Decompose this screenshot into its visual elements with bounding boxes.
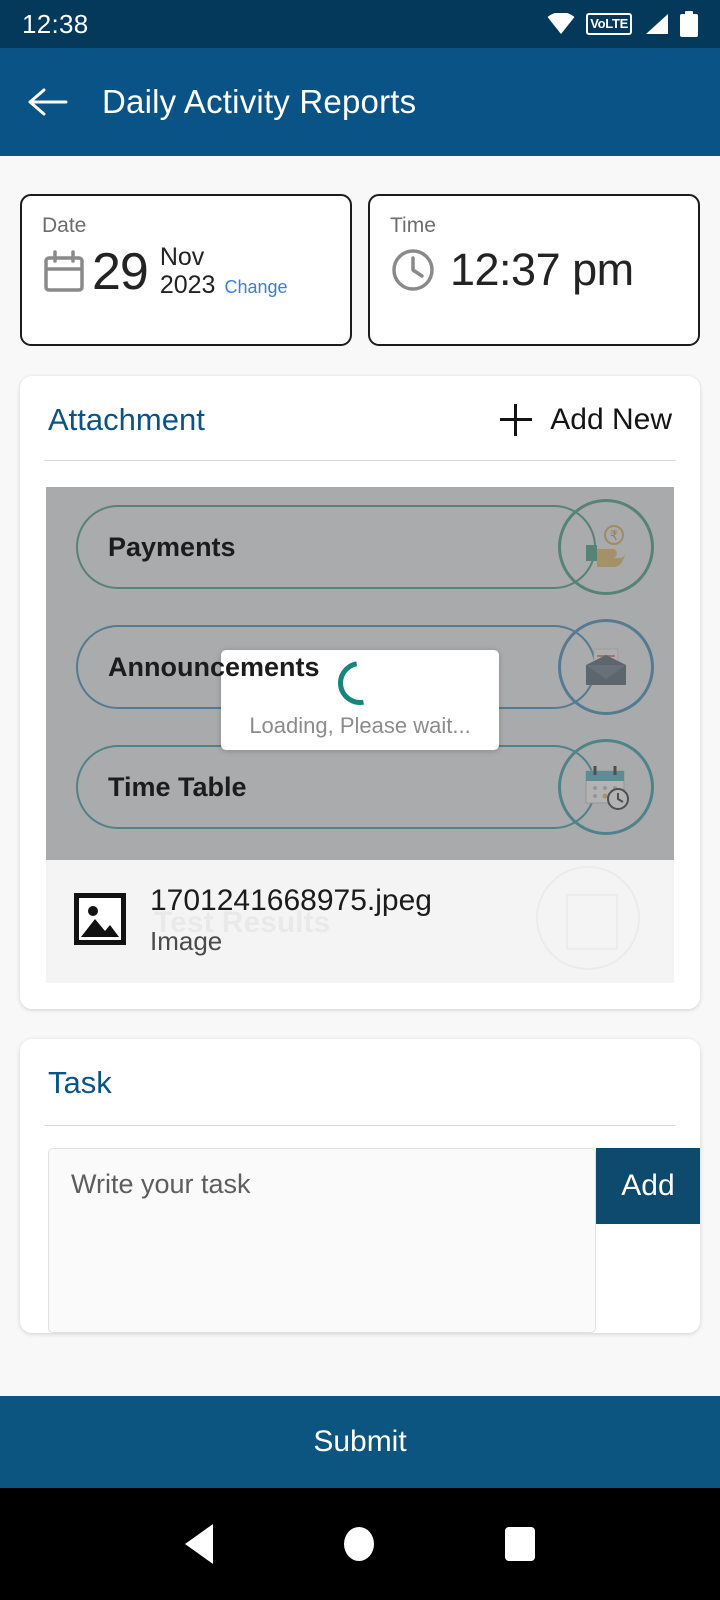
task-input[interactable]	[48, 1147, 596, 1333]
attachment-thumbnail[interactable]: Payments ₹ Announcements Time Table Load…	[46, 487, 674, 860]
attachment-file-row[interactable]: Test Results 1701241668975.jpeg Image	[46, 860, 674, 983]
date-label: Date	[42, 214, 87, 237]
nav-recents-icon[interactable]	[504, 1527, 535, 1561]
date-time-row: Date 29 Nov 2023 Change Time 12:37 pm	[20, 156, 700, 346]
status-clock: 12:38	[22, 8, 89, 39]
add-task-button[interactable]: Add	[596, 1147, 700, 1224]
attachment-preview-wrap: Payments ₹ Announcements Time Table Load…	[20, 461, 700, 860]
loading-text: Loading, Please wait...	[249, 713, 471, 738]
spinner-icon	[329, 652, 391, 714]
file-type: Image	[150, 925, 223, 956]
task-panel: Task Add	[20, 1038, 700, 1333]
nav-home-icon[interactable]	[343, 1527, 374, 1561]
page-content: Date 29 Nov 2023 Change Time 12:37 pm At…	[0, 156, 720, 1333]
add-new-label: Add New	[550, 403, 672, 436]
battery-icon	[680, 11, 698, 37]
attachment-header: Attachment Add New	[20, 376, 700, 460]
svg-text:₹: ₹	[610, 528, 618, 543]
date-card[interactable]: Date 29 Nov 2023 Change	[20, 194, 352, 346]
date-change-link[interactable]: Change	[224, 277, 287, 298]
wifi-icon	[547, 13, 575, 34]
phone-screen: 12:38 VoLTE Daily Activity Reports Date	[0, 0, 720, 1600]
date-day: 29	[92, 243, 149, 301]
attachment-title: Attachment	[48, 402, 205, 437]
thumb-tile-timetable: Time Table	[62, 739, 658, 835]
task-header: Task	[20, 1039, 700, 1125]
task-body: Add	[20, 1126, 700, 1333]
back-arrow-icon[interactable]	[28, 87, 68, 117]
time-card[interactable]: Time 12:37 pm	[368, 194, 700, 346]
app-bar: Daily Activity Reports	[0, 48, 720, 156]
status-bar: 12:38 VoLTE	[0, 0, 720, 48]
add-new-button[interactable]: Add New	[500, 403, 672, 437]
page-title: Daily Activity Reports	[102, 83, 417, 120]
clock-icon	[392, 249, 434, 291]
signal-icon	[646, 14, 668, 34]
file-meta: 1701241668975.jpeg Image	[150, 882, 432, 957]
tile-label: Announcements	[108, 651, 320, 682]
tile-label: Time Table	[108, 771, 247, 802]
envelope-icon	[558, 619, 654, 715]
attachment-panel: Attachment Add New Payments ₹ Announceme…	[20, 376, 700, 1009]
volte-icon: VoLTE	[586, 13, 632, 35]
nav-back-icon[interactable]	[185, 1524, 214, 1564]
system-nav-bar	[0, 1488, 720, 1600]
time-label: Time	[390, 214, 436, 237]
status-icon-group: VoLTE	[547, 11, 698, 37]
time-value: 12:37 pm	[450, 244, 634, 295]
file-name: 1701241668975.jpeg	[150, 884, 432, 917]
date-month: Nov	[159, 243, 205, 271]
submit-button[interactable]: Submit	[0, 1396, 720, 1488]
task-title: Task	[48, 1064, 112, 1100]
plus-icon	[500, 404, 533, 436]
date-year: 2023	[159, 271, 216, 299]
ghost-circle-decoration	[536, 866, 640, 970]
image-file-icon	[74, 893, 126, 946]
tile-label: Payments	[108, 531, 236, 562]
rupee-hand-icon: ₹	[558, 499, 654, 595]
thumb-tile-payments: Payments ₹	[62, 499, 658, 595]
calendar-icon	[44, 250, 84, 292]
date-month-year: Nov 2023 Change	[160, 244, 288, 300]
calendar-clock-icon	[558, 739, 654, 835]
